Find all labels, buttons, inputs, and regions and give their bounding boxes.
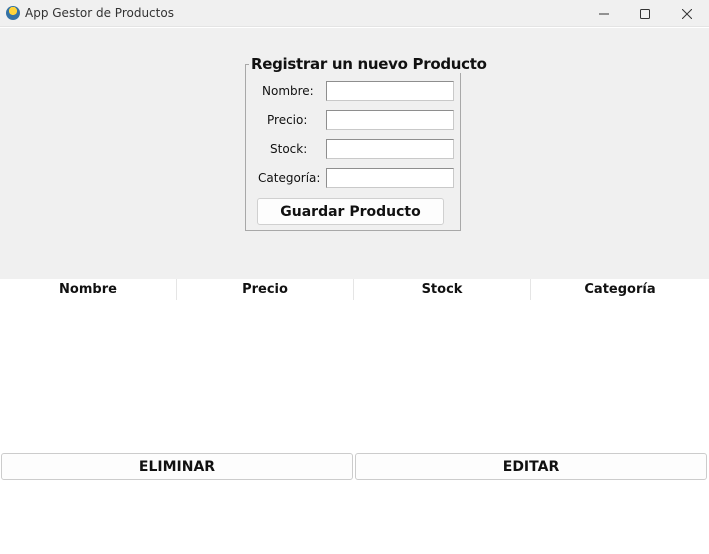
categoria-input[interactable] bbox=[326, 168, 454, 188]
save-product-button[interactable]: Guardar Producto bbox=[257, 198, 444, 225]
column-header-stock[interactable]: Stock bbox=[354, 279, 530, 300]
nombre-label: Nombre: bbox=[262, 84, 314, 98]
minimize-button[interactable] bbox=[582, 0, 626, 27]
window-title: App Gestor de Productos bbox=[25, 6, 174, 20]
stock-label: Stock: bbox=[270, 142, 308, 156]
window-titlebar: App Gestor de Productos bbox=[0, 0, 709, 27]
column-header-categoria[interactable]: Categoría bbox=[531, 279, 709, 300]
edit-button[interactable]: EDITAR bbox=[355, 453, 707, 480]
maximize-button[interactable] bbox=[623, 0, 667, 27]
products-table[interactable]: Nombre Precio Stock Categoría bbox=[0, 279, 709, 453]
stock-input[interactable] bbox=[326, 139, 454, 159]
close-button[interactable] bbox=[665, 0, 709, 27]
form-legend: Registrar un nuevo Producto bbox=[249, 55, 489, 73]
maximize-icon bbox=[640, 8, 650, 19]
column-header-nombre[interactable]: Nombre bbox=[0, 279, 176, 300]
nombre-input[interactable] bbox=[326, 81, 454, 101]
column-header-precio[interactable]: Precio bbox=[177, 279, 353, 300]
close-icon bbox=[682, 8, 692, 19]
minimize-icon bbox=[599, 13, 609, 14]
categoria-label: Categoría: bbox=[258, 171, 321, 185]
precio-input[interactable] bbox=[326, 110, 454, 130]
python-feather-icon bbox=[6, 6, 20, 20]
delete-button[interactable]: ELIMINAR bbox=[1, 453, 353, 480]
precio-label: Precio: bbox=[267, 113, 308, 127]
